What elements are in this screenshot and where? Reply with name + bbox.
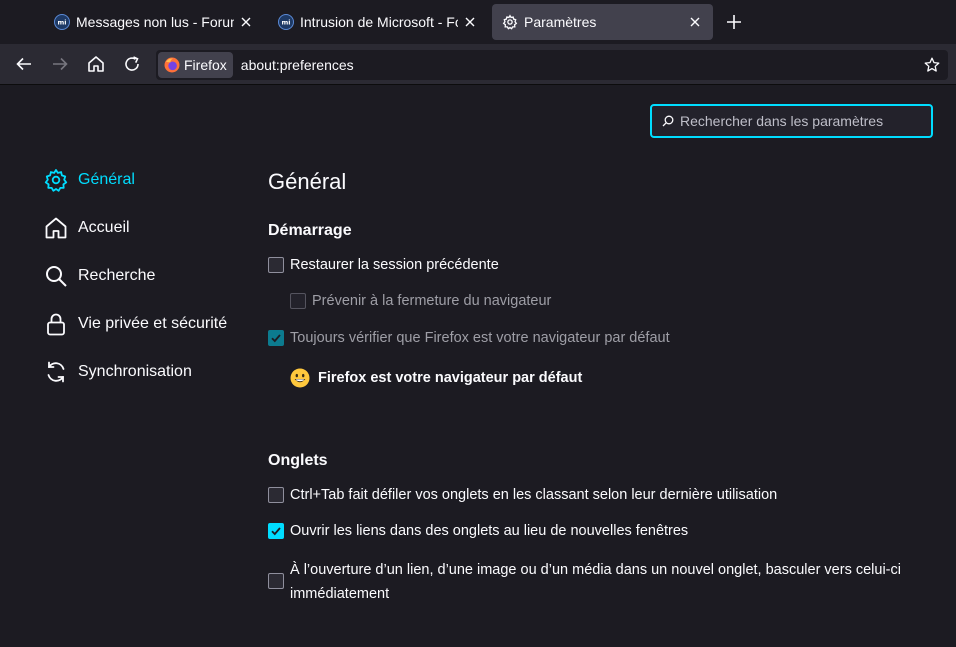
new-tab-button[interactable] [722,10,746,34]
search-icon [662,115,674,127]
switch-to-new-tab-option[interactable]: À l’ouverture d’un lien, d’une image ou … [268,562,910,606]
lock-icon [47,313,65,336]
close-tab-icon[interactable] [687,14,703,30]
default-browser-message: Firefox est votre navigateur par défaut [318,370,583,386]
gear-icon [502,14,518,30]
preferences-search[interactable] [650,104,933,138]
forward-button[interactable] [48,52,72,76]
arrow-left-icon [16,57,31,71]
reload-icon [125,56,139,71]
warn-on-close-option: Prévenir à la fermeture du navigateur [290,293,551,309]
ctrl-tab-option[interactable]: Ctrl+Tab fait défiler vos onglets en les… [268,487,777,503]
search-input[interactable] [680,113,920,129]
sidebar-item-recherche[interactable]: Recherche [44,261,155,291]
sidebar-item-label: Général [78,171,135,188]
checkmark-icon [271,334,281,343]
url-bar[interactable]: Firefox about:preferences [156,50,948,80]
sidebar-item-accueil[interactable]: Accueil [44,213,130,243]
warn-on-close-checkbox [290,293,306,309]
sidebar-item-label: Recherche [78,267,156,284]
smiley-emoji-icon [290,368,310,388]
home-button[interactable] [84,52,108,76]
plus-icon [727,15,741,29]
check-default-label: Toujours vérifier que Firefox est votre … [290,330,670,346]
url-text[interactable]: about:preferences [241,57,948,73]
tab-intrusion-microsoft[interactable]: mi Intrusion de Microsoft - Forum [268,4,488,40]
svg-text:mi: mi [281,19,290,27]
default-browser-status: Firefox est votre navigateur par défaut [290,368,582,388]
sidebar-item-label: Vie privée et sécurité [78,315,228,332]
arrow-right-icon [53,57,68,71]
tab-title: Intrusion de Microsoft - Forum [300,14,458,30]
switch-to-new-tab-label: À l’ouverture d’un lien, d’une image ou … [290,562,901,602]
switch-to-new-tab-checkbox[interactable] [268,573,284,589]
navigation-toolbar: Firefox about:preferences [0,44,956,85]
identity-box[interactable]: Firefox [158,52,233,78]
home-icon [88,56,104,72]
open-links-in-tabs-checkbox[interactable] [268,523,284,539]
bookmark-star-icon[interactable] [924,57,940,73]
tab-messages-non-lus[interactable]: mi Messages non lus - Forum [44,4,264,40]
home-icon [45,217,67,239]
gear-icon [44,169,68,192]
firefox-logo-icon [164,57,180,73]
identity-label: Firefox [184,57,227,73]
tab-title: Paramètres [524,14,597,30]
check-default-checkbox [268,330,284,346]
check-default-option: Toujours vérifier que Firefox est votre … [268,330,670,346]
reload-button[interactable] [120,52,144,76]
tab-strip: mi Messages non lus - Forum mi Intrusion… [0,0,956,44]
startup-heading: Démarrage [268,222,352,239]
tab-parametres[interactable]: Paramètres [492,4,713,40]
search-icon [46,266,67,287]
svg-text:mi: mi [57,19,66,27]
tab-title: Messages non lus - Forum [76,14,234,30]
sidebar-item-vie-privee[interactable]: Vie privée et sécurité [44,309,227,339]
sidebar-item-synchronisation[interactable]: Synchronisation [44,357,192,387]
restore-session-label: Restaurer la session précédente [290,257,499,273]
restore-session-option[interactable]: Restaurer la session précédente [268,257,499,273]
ctrl-tab-label: Ctrl+Tab fait défiler vos onglets en les… [290,487,778,503]
restore-session-checkbox[interactable] [268,257,284,273]
sidebar-item-general[interactable]: Général [44,165,135,195]
sidebar-item-label: Synchronisation [78,363,192,380]
page-title: Général [268,169,347,194]
ctrl-tab-checkbox[interactable] [268,487,284,503]
close-tab-icon[interactable] [238,14,254,30]
mi-forum-icon: mi [278,14,294,30]
tabs-heading: Onglets [268,452,328,469]
open-links-in-tabs-option[interactable]: Ouvrir les liens dans des onglets au lie… [268,523,688,539]
warn-on-close-label: Prévenir à la fermeture du navigateur [312,293,552,309]
back-button[interactable] [12,52,36,76]
sync-icon [47,361,65,383]
checkmark-icon [271,527,281,536]
sidebar-item-label: Accueil [78,219,130,236]
close-tab-icon[interactable] [462,14,478,30]
mi-forum-icon: mi [54,14,70,30]
open-links-in-tabs-label: Ouvrir les liens dans des onglets au lie… [290,523,689,539]
